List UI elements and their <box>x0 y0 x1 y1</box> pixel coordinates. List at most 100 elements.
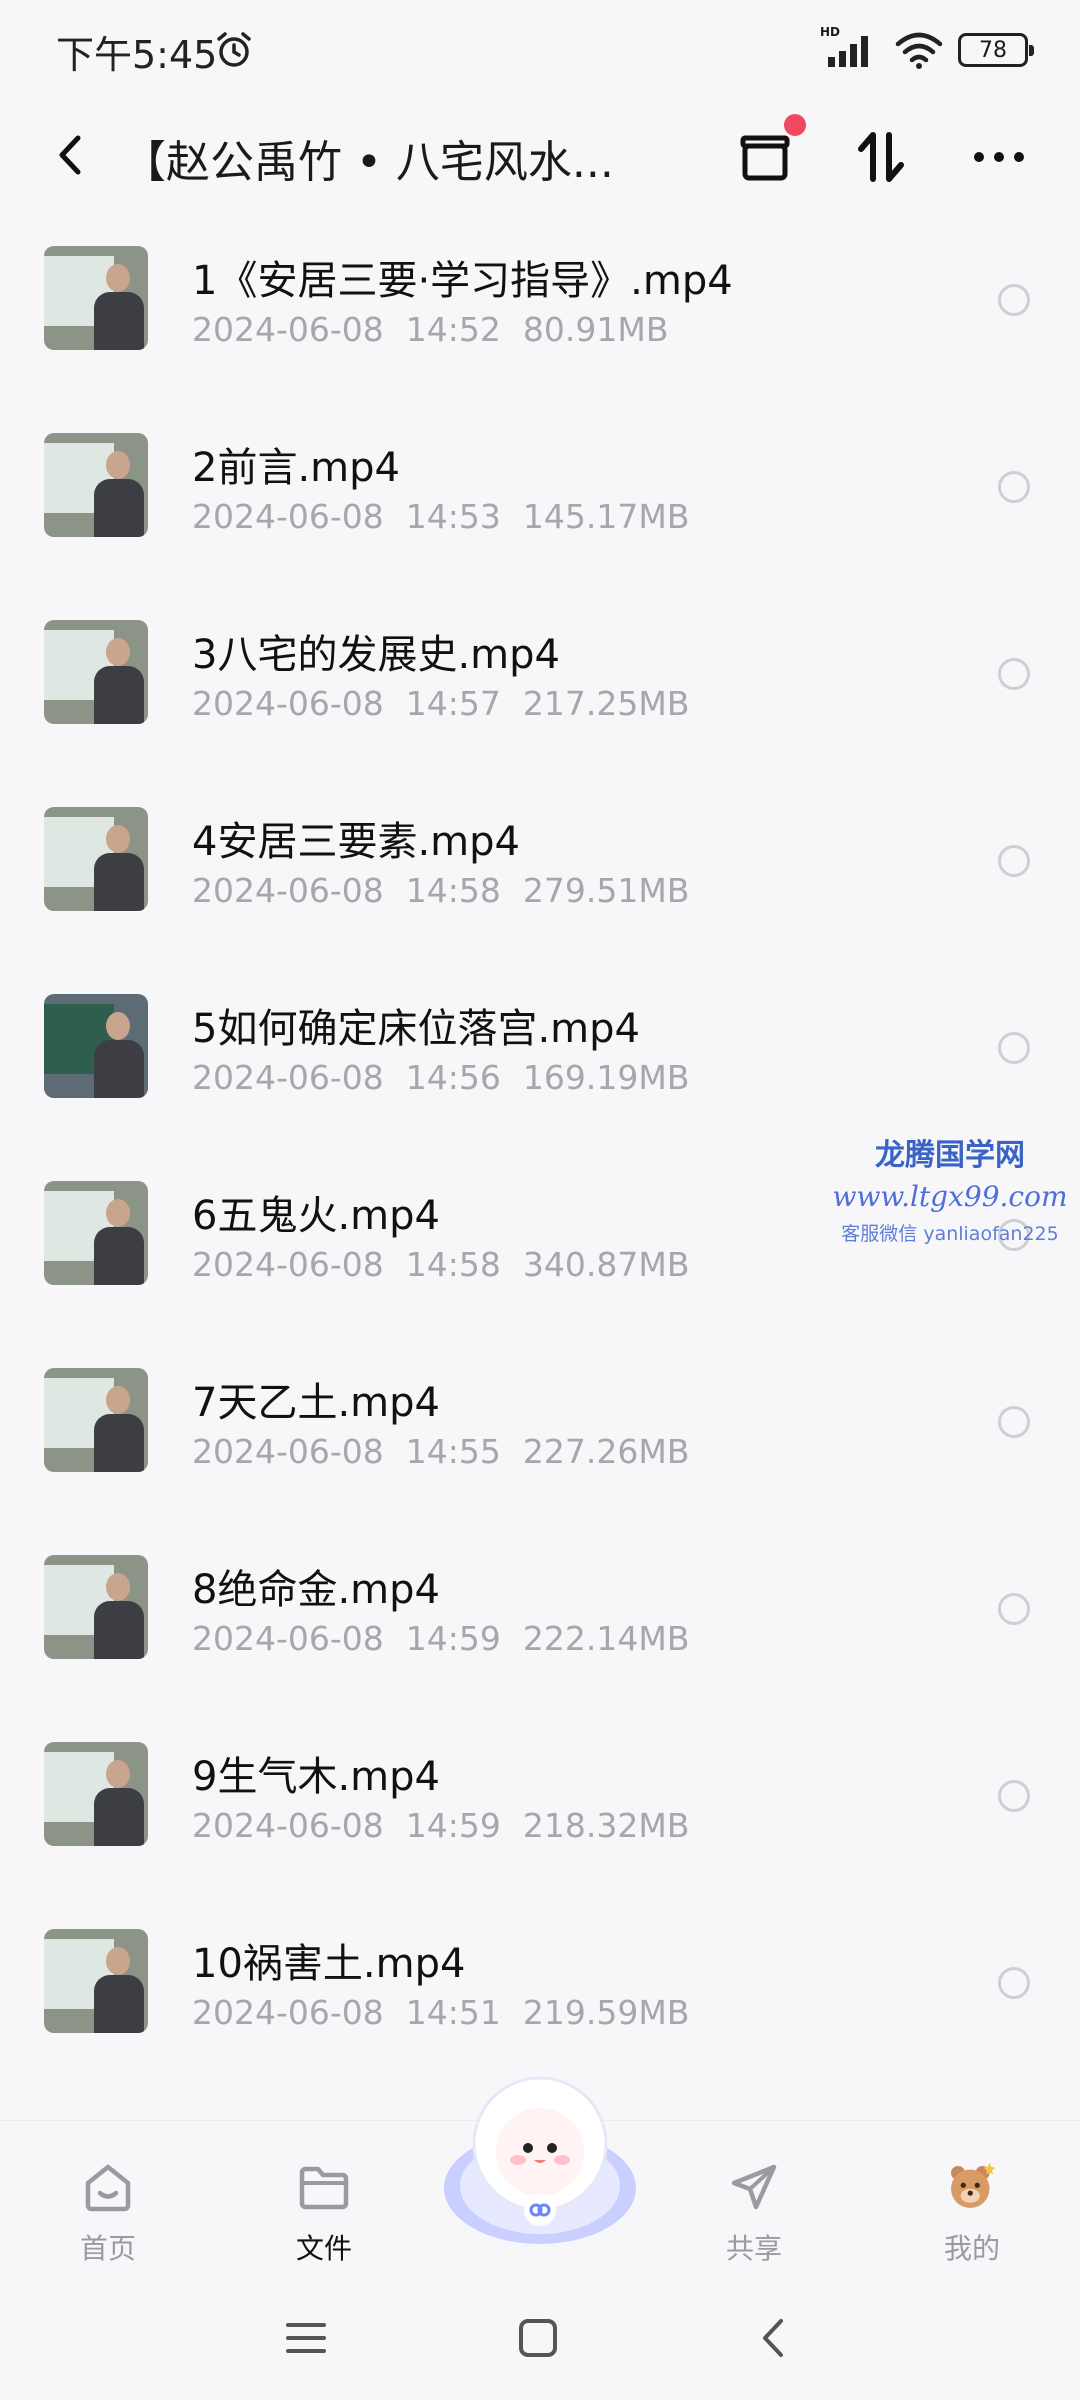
watermark: 龙腾国学网 www.ltgx99.com 客服微信 yanliaofan225 <box>820 1130 1080 1246</box>
nav-share-label: 共享 <box>725 2232 782 2265</box>
file-meta: 2024-06-08 14:52 80.91MB <box>192 310 690 349</box>
page-title: 【赵公禹竹 • 八宅风水... <box>122 137 614 188</box>
file-time: 14:55 <box>405 1432 501 1471</box>
file-date: 2024-06-08 <box>192 497 384 536</box>
battery-icon: 78 <box>958 33 1034 67</box>
file-meta: 2024-06-08 14:56 169.19MB <box>192 1058 711 1097</box>
sort-button[interactable] <box>846 122 916 192</box>
network-label: HD <box>820 25 841 39</box>
select-radio[interactable] <box>998 284 1030 316</box>
archive-box-icon <box>740 135 790 181</box>
back-arrow-icon <box>59 135 81 175</box>
alarm-clock-icon <box>217 32 251 67</box>
video-thumbnail <box>44 1555 148 1659</box>
file-size: 222.14MB <box>522 1619 690 1658</box>
system-nav-bar <box>0 2270 1080 2400</box>
file-name: 3八宅的发展史.mp4 <box>192 632 560 678</box>
file-time: 14:58 <box>405 1245 501 1284</box>
select-radio[interactable] <box>998 1780 1030 1812</box>
home-icon <box>85 2164 131 2212</box>
file-time: 14:58 <box>405 871 501 910</box>
file-row[interactable]: 4安居三要素.mp4 2024-06-08 14:58 279.51MB <box>0 771 1080 958</box>
file-date: 2024-06-08 <box>192 1993 384 2032</box>
file-time: 14:57 <box>405 684 501 723</box>
file-size: 217.25MB <box>522 684 690 723</box>
watermark-contact: 客服微信 yanliaofan225 <box>841 1223 1059 1245</box>
select-radio[interactable] <box>998 1593 1030 1625</box>
more-options-button[interactable] <box>964 122 1034 192</box>
select-radio[interactable] <box>998 658 1030 690</box>
status-icons: HD 78 <box>820 25 1034 72</box>
file-size: 80.91MB <box>522 310 669 349</box>
nav-files[interactable]: 文件 <box>244 2121 404 2271</box>
nav-mine[interactable]: 我的 <box>892 2121 1052 2271</box>
file-size: 218.32MB <box>522 1806 690 1845</box>
file-name: 6五鬼火.mp4 <box>192 1193 440 1239</box>
file-size: 145.17MB <box>522 497 690 536</box>
menu-icon <box>286 2323 326 2353</box>
file-meta: 2024-06-08 14:53 145.17MB <box>192 497 711 536</box>
file-size: 219.59MB <box>522 1993 690 2032</box>
archive-button[interactable] <box>730 114 806 192</box>
select-radio[interactable] <box>998 1032 1030 1064</box>
file-name: 5如何确定床位落宫.mp4 <box>192 1006 640 1052</box>
file-name: 9生气木.mp4 <box>192 1754 440 1800</box>
file-date: 2024-06-08 <box>192 871 384 910</box>
file-row[interactable]: 9生气木.mp4 2024-06-08 14:59 218.32MB <box>0 1706 1080 1893</box>
file-row[interactable]: 2前言.mp4 2024-06-08 14:53 145.17MB <box>0 397 1080 584</box>
file-date: 2024-06-08 <box>192 1619 384 1658</box>
file-size: 169.19MB <box>522 1058 690 1097</box>
file-row[interactable]: 1《安居三要·学习指导》.mp4 2024-06-08 14:52 80.91MB <box>0 210 1080 397</box>
ai-assistant-button[interactable] <box>438 2060 642 2250</box>
file-meta: 2024-06-08 14:59 218.32MB <box>192 1806 711 1845</box>
watermark-url: www.ltgx99.com <box>832 1180 1068 1213</box>
nav-home[interactable]: 首页 <box>28 2121 188 2271</box>
folder-icon <box>299 2166 349 2210</box>
nav-share[interactable]: 共享 <box>674 2121 834 2271</box>
video-thumbnail <box>44 433 148 537</box>
battery-level: 78 <box>979 37 1007 63</box>
video-thumbnail <box>44 807 148 911</box>
select-radio[interactable] <box>998 471 1030 503</box>
notification-dot <box>784 114 806 136</box>
home-button[interactable] <box>508 2308 568 2368</box>
file-date: 2024-06-08 <box>192 1432 384 1471</box>
file-size: 279.51MB <box>522 871 690 910</box>
file-meta: 2024-06-08 14:59 222.14MB <box>192 1619 711 1658</box>
file-meta: 2024-06-08 14:58 340.87MB <box>192 1245 711 1284</box>
paper-plane-icon <box>731 2164 777 2210</box>
file-name: 1《安居三要·学习指导》.mp4 <box>192 258 733 304</box>
back-chevron-icon <box>763 2319 783 2357</box>
app-header: 【赵公禹竹 • 八宅风水... <box>0 100 1080 210</box>
file-date: 2024-06-08 <box>192 1245 384 1284</box>
file-time: 14:52 <box>405 310 501 349</box>
file-row[interactable]: 5如何确定床位落宫.mp4 2024-06-08 14:56 169.19MB <box>0 958 1080 1145</box>
video-thumbnail <box>44 1742 148 1846</box>
system-back-button[interactable] <box>744 2308 804 2368</box>
file-row[interactable]: 10祸害土.mp4 2024-06-08 14:51 219.59MB <box>0 1893 1080 2080</box>
select-radio[interactable] <box>998 1967 1030 1999</box>
nav-home-label: 首页 <box>79 2232 136 2265</box>
video-thumbnail <box>44 1181 148 1285</box>
select-radio[interactable] <box>998 1406 1030 1438</box>
file-time: 14:53 <box>405 497 501 536</box>
file-row[interactable]: 8绝命金.mp4 2024-06-08 14:59 222.14MB <box>0 1519 1080 1706</box>
file-time: 14:51 <box>405 1993 501 2032</box>
nav-mine-label: 我的 <box>943 2232 1000 2265</box>
file-name: 2前言.mp4 <box>192 445 400 491</box>
nav-files-label: 文件 <box>295 2232 352 2265</box>
file-row[interactable]: 7天乙土.mp4 2024-06-08 14:55 227.26MB <box>0 1332 1080 1519</box>
assistant-mascot-icon <box>444 2076 636 2244</box>
back-button[interactable] <box>40 122 100 188</box>
file-meta: 2024-06-08 14:51 219.59MB <box>192 1993 711 2032</box>
wifi-icon <box>895 32 943 69</box>
bear-avatar-icon <box>951 2162 996 2208</box>
video-thumbnail <box>44 620 148 724</box>
video-thumbnail <box>44 994 148 1098</box>
recent-apps-button[interactable] <box>276 2308 336 2368</box>
video-thumbnail <box>44 1929 148 2033</box>
file-date: 2024-06-08 <box>192 310 384 349</box>
file-row[interactable]: 3八宅的发展史.mp4 2024-06-08 14:57 217.25MB <box>0 584 1080 771</box>
video-thumbnail <box>44 246 148 350</box>
select-radio[interactable] <box>998 845 1030 877</box>
